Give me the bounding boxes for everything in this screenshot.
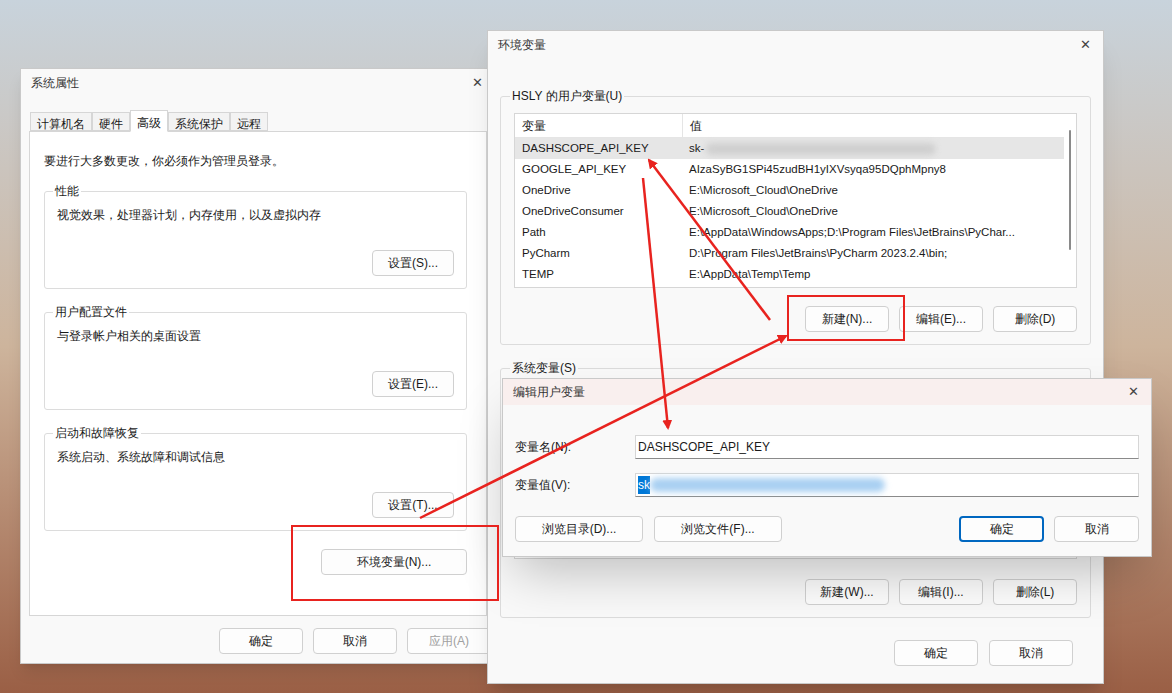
group-label: 用户配置文件 (53, 303, 129, 321)
user-variables-group: HSLY 的用户变量(U) 变量值DASHSCOPE_API_KEYsk-GOOG… (500, 87, 1091, 345)
group-description: 系统启动、系统故障和调试信息 (57, 448, 454, 466)
edit-user-variable-dialog: 编辑用户变量 ✕ 变量名(N):DASHSCOPE_API_KEY变量值(V):sk… (502, 378, 1152, 557)
column-header[interactable]: 变量 (515, 114, 683, 137)
settings-button[interactable]: 设置(T)... (372, 492, 454, 518)
annotation-overlay (0, 0, 1172, 693)
variable-row[interactable]: GOOGLE_API_KEYAIzaSyBG1SPi45zudBH1yIXVsy… (515, 159, 1064, 180)
group-label: 系统变量(S) (510, 359, 578, 377)
user-variable-button[interactable]: 新建(N)... (805, 306, 889, 332)
variable-row[interactable]: OneDriveE:\Microsoft_Cloud\OneDrive (515, 180, 1064, 201)
group-description: 视觉效果，处理器计划，内存使用，以及虚拟内存 (57, 206, 454, 224)
group-label: 启动和故障恢复 (53, 424, 141, 442)
settings-button[interactable]: 设置(E)... (372, 371, 454, 397)
window-title: 系统属性 (31, 74, 79, 92)
desktop: 系统属性✕计算机名硬件高级系统保护远程要进行大多数更改，你必须作为管理员登录。性… (0, 0, 1172, 693)
dialog-button[interactable]: 确定 (894, 640, 978, 666)
arrow-icon (420, 336, 786, 518)
settings-group: 启动和故障恢复系统启动、系统故障和调试信息设置(T)... (44, 424, 467, 531)
close-button[interactable]: ✕ (1076, 35, 1095, 55)
admin-notice: 要进行大多数更改，你必须作为管理员登录。 (44, 152, 472, 170)
redaction-blur (650, 478, 885, 492)
title-bar: 环境变量 ✕ (488, 31, 1103, 59)
settings-group: 性能视觉效果，处理器计划，内存使用，以及虚拟内存设置(S)... (44, 182, 467, 289)
environment-variables-window: 环境变量 ✕ HSLY 的用户变量(U) 变量值DASHSCOPE_API_KEYsk… (487, 30, 1104, 684)
user-variable-button[interactable]: 编辑(E)... (899, 306, 983, 332)
close-button[interactable]: ✕ (468, 73, 487, 93)
user-variables-list: 变量值DASHSCOPE_API_KEYsk-GOOGLE_API_KEYAIz… (514, 113, 1077, 288)
system-variable-button[interactable]: 删除(L) (993, 579, 1077, 605)
field-label: 变量名(N): (515, 438, 635, 456)
window-title: 编辑用户变量 (513, 383, 585, 401)
column-header[interactable]: 值 (683, 114, 1064, 137)
dialog-button[interactable]: 确定 (219, 628, 303, 654)
tab-bar: 计算机名硬件高级系统保护远程 (21, 111, 495, 131)
group-label: HSLY 的用户变量(U) (510, 87, 624, 105)
text-field[interactable]: sk (635, 473, 1139, 497)
group-label: 性能 (53, 182, 81, 200)
environment-variables-button[interactable]: 环境变量(N)... (321, 549, 467, 575)
settings-button[interactable]: 设置(S)... (372, 250, 454, 276)
field-label: 变量值(V): (515, 476, 635, 494)
tab[interactable]: 计算机名 (30, 112, 92, 131)
highlight-box-icon (292, 526, 498, 600)
window-title: 环境变量 (498, 36, 546, 54)
dialog-button[interactable]: 取消 (1054, 516, 1139, 542)
arrow-icon (643, 178, 668, 428)
dialog-button[interactable]: 取消 (313, 628, 397, 654)
list-header: 变量值 (515, 114, 1064, 138)
text-field[interactable]: DASHSCOPE_API_KEY (635, 435, 1139, 459)
highlight-box-icon (788, 296, 904, 340)
system-properties-window: 系统属性✕计算机名硬件高级系统保护远程要进行大多数更改，你必须作为管理员登录。性… (20, 68, 496, 664)
variable-row[interactable]: TEMPE:\AppData\Temp\Temp (515, 264, 1064, 285)
tab[interactable]: 系统保护 (168, 112, 230, 131)
tab[interactable]: 远程 (230, 112, 268, 131)
title-bar: 系统属性 ✕ (21, 69, 495, 97)
tab-panel: 要进行大多数更改，你必须作为管理员登录。性能视觉效果，处理器计划，内存使用，以及… (29, 131, 487, 616)
browse-button[interactable]: 浏览目录(D)... (515, 516, 643, 542)
redaction-blur (706, 143, 936, 155)
close-button[interactable]: ✕ (1124, 382, 1143, 402)
dialog-button[interactable]: 应用(A) (407, 628, 491, 654)
variable-row[interactable]: PyCharmD:\Program Files\JetBrains\PyChar… (515, 243, 1064, 264)
group-description: 与登录帐户相关的桌面设置 (57, 327, 454, 345)
tab[interactable]: 硬件 (92, 112, 130, 131)
scrollbar[interactable] (1064, 114, 1076, 287)
tab[interactable]: 高级 (130, 110, 168, 132)
title-bar: 编辑用户变量 ✕ (503, 379, 1151, 405)
dialog-button[interactable]: 确定 (959, 516, 1044, 542)
variable-row[interactable]: OneDriveConsumerE:\Microsoft_Cloud\OneDr… (515, 201, 1064, 222)
browse-button[interactable]: 浏览文件(F)... (654, 516, 782, 542)
system-variable-button[interactable]: 编辑(I)... (899, 579, 983, 605)
variable-row[interactable]: DASHSCOPE_API_KEYsk- (515, 138, 1064, 159)
variable-row[interactable]: PathE:\AppData\WindowsApps;D:\Program Fi… (515, 222, 1064, 243)
dialog-button[interactable]: 取消 (989, 640, 1073, 666)
user-variable-button[interactable]: 删除(D) (993, 306, 1077, 332)
settings-group: 用户配置文件与登录帐户相关的桌面设置设置(E)... (44, 303, 467, 410)
arrow-icon (649, 160, 770, 320)
system-variable-button[interactable]: 新建(W)... (805, 579, 889, 605)
